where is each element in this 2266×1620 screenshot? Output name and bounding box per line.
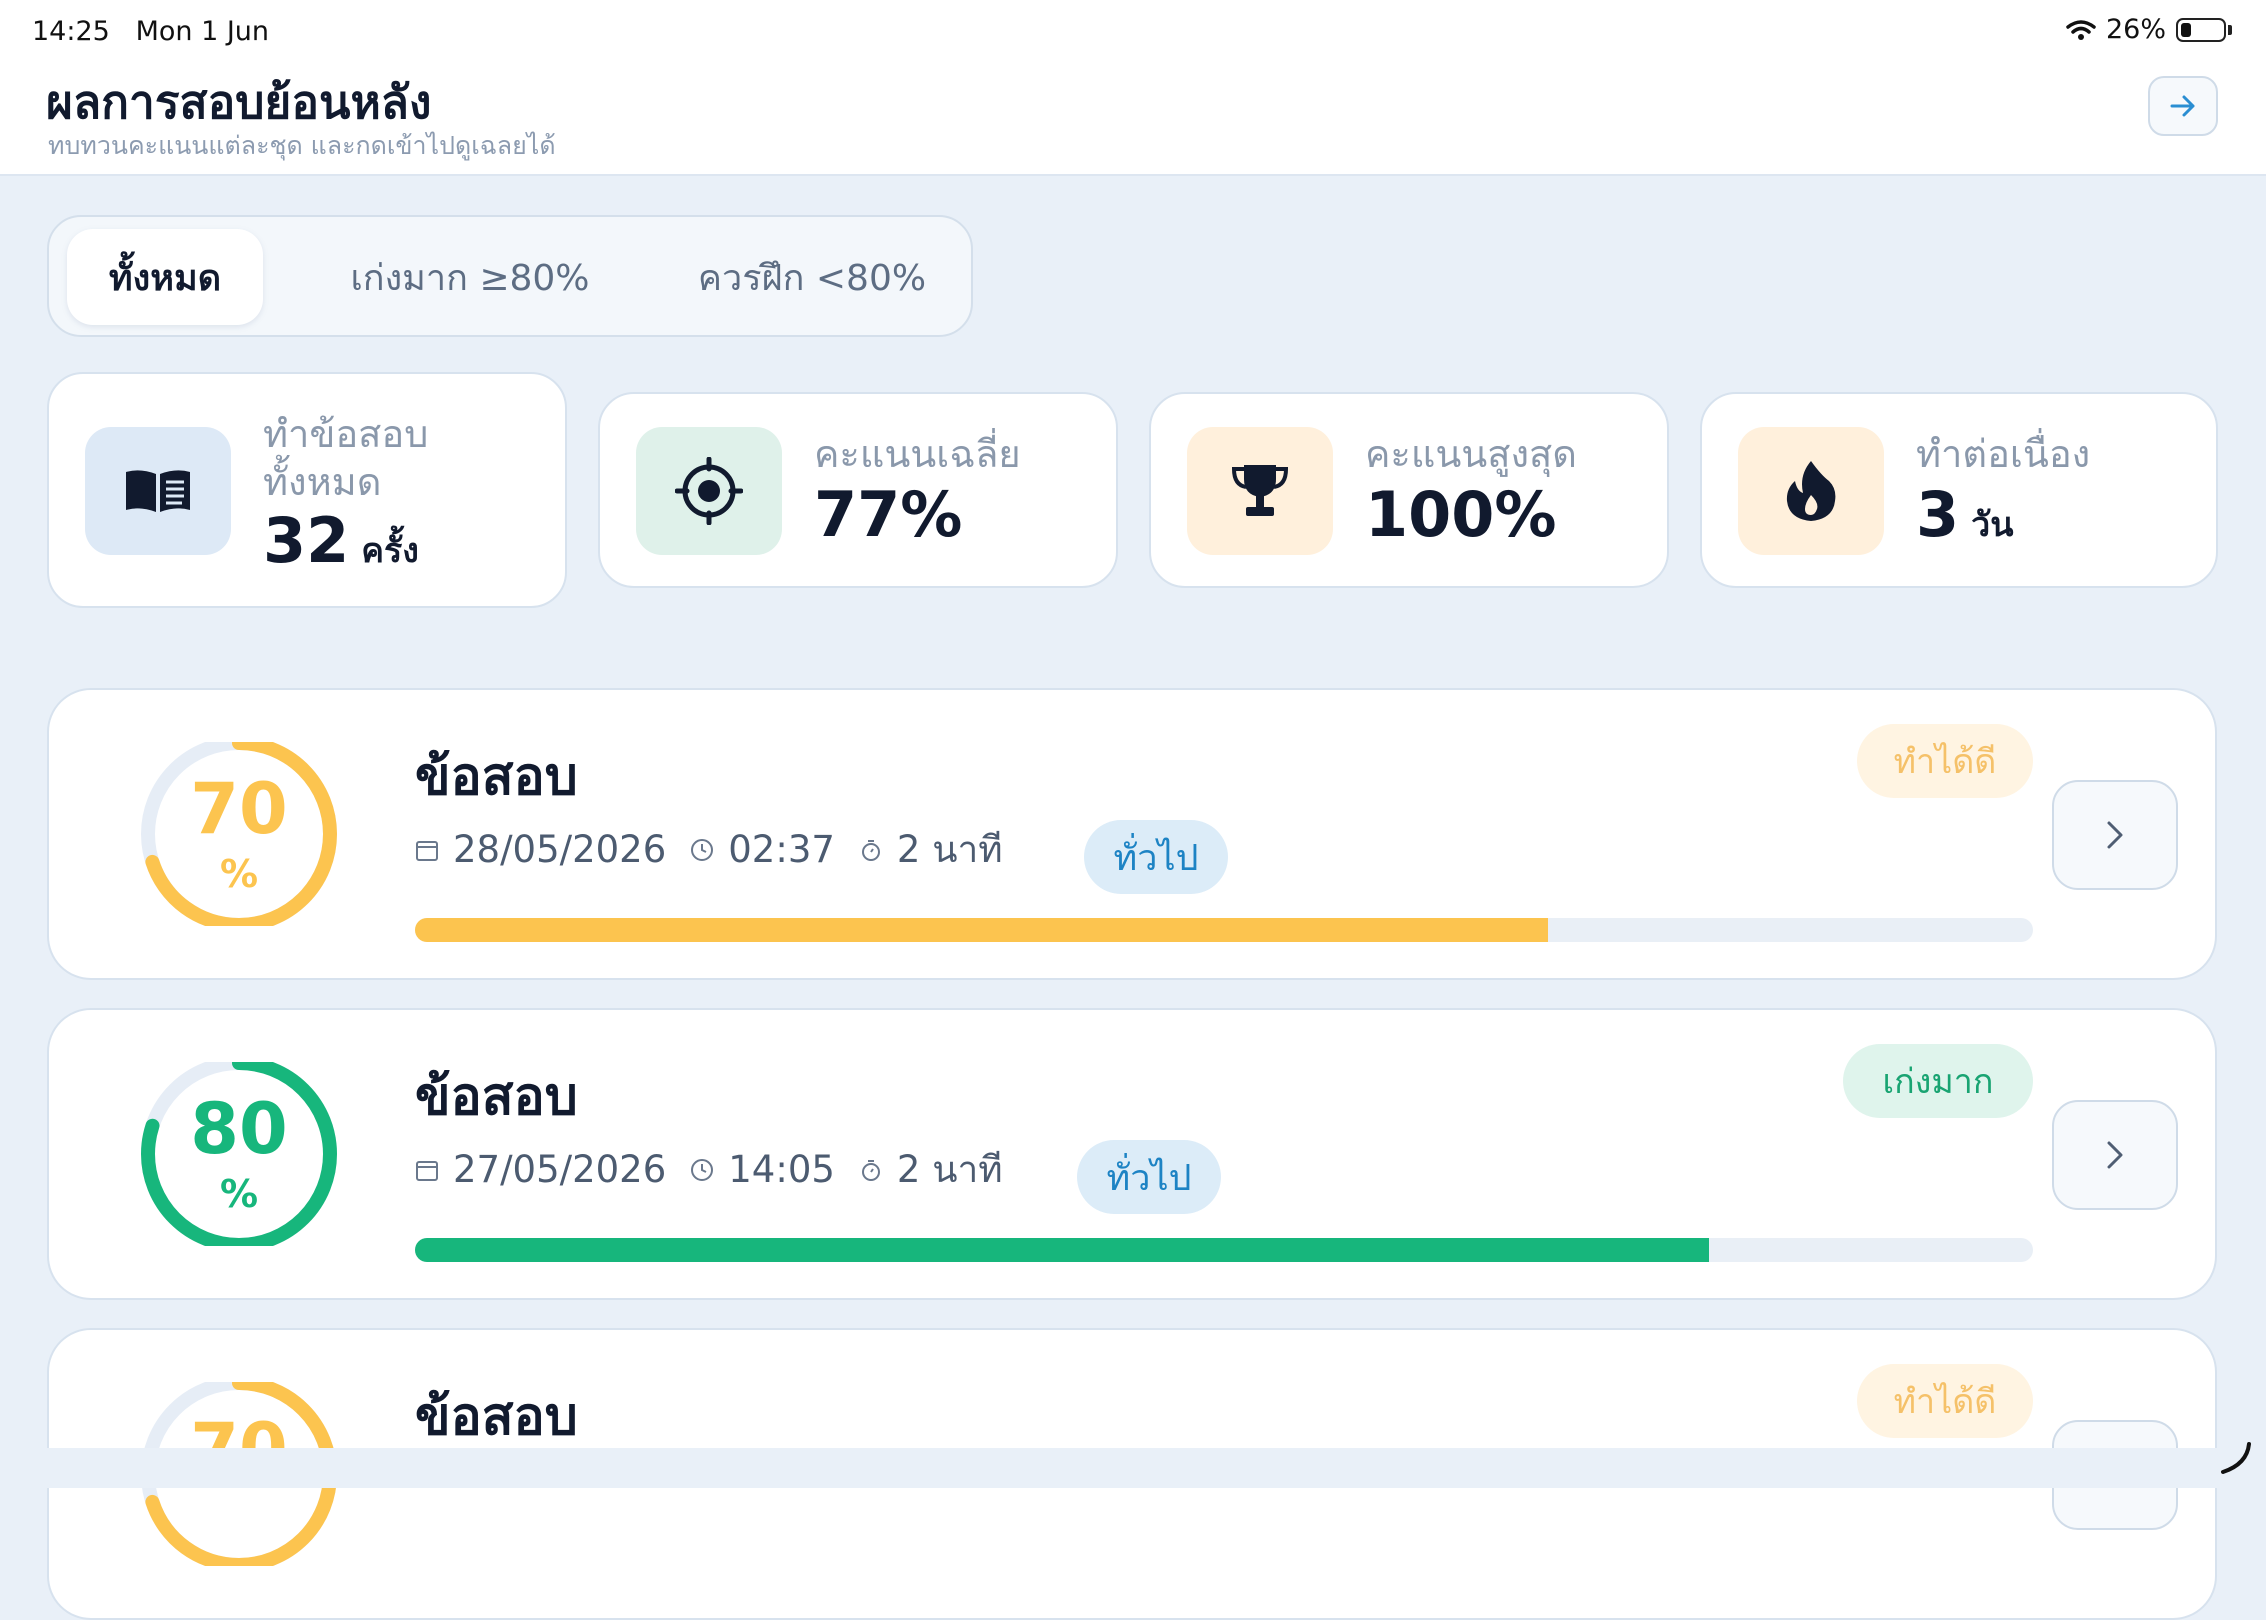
tab-needs-practice[interactable]: ควรฝึก <80% — [667, 229, 957, 325]
timer-icon — [859, 1158, 883, 1182]
stat-card-highest: คะแนนสูงสุด 100% — [1149, 392, 1669, 588]
timer-icon — [859, 838, 883, 862]
calendar-icon — [415, 1158, 439, 1182]
stat-value-total: 32 ครั้ง — [263, 504, 419, 577]
score-progress-fill — [415, 918, 1548, 942]
score-percent-sign: % — [219, 852, 259, 896]
stat-label-total: ทำข้อสอบ ทั้งหมด — [263, 412, 429, 504]
stat-card-total: ทำข้อสอบ ทั้งหมด 32 ครั้ง — [47, 372, 567, 608]
stat-icon-highest — [1187, 427, 1333, 555]
wifi-icon — [2066, 19, 2096, 40]
score-progress-fill — [415, 1238, 1710, 1262]
clock-icon — [690, 1158, 714, 1182]
status-bar: 14:25 Mon 1 Jun 26% — [0, 0, 2266, 60]
status-badge: ทำได้ดี — [1857, 724, 2033, 798]
stat-value-streak: 3 วัน — [1916, 478, 2014, 551]
exam-time: 02:37 — [728, 828, 835, 871]
header-forward-button[interactable] — [2148, 76, 2218, 136]
clock-icon — [690, 838, 714, 862]
page-header: ผลการสอบย้อนหลัง ทบทวนคะแนนแต่ละชุด และก… — [0, 60, 2266, 176]
status-badge: เก่งมาก — [1843, 1044, 2033, 1118]
score-percent-sign: % — [219, 1172, 259, 1216]
calendar-icon — [415, 838, 439, 862]
status-indicators: 26% — [2066, 14, 2232, 45]
flame-icon — [1786, 461, 1836, 521]
target-icon — [675, 457, 743, 525]
score-progress-bar — [415, 918, 2033, 942]
score-value: 70 — [190, 768, 288, 850]
open-exam-button[interactable] — [2052, 780, 2178, 890]
arrow-right-icon — [2170, 95, 2195, 117]
filter-tabs: ทั้งหมด เก่งมาก ≥80% ควรฝึก <80% — [47, 215, 973, 337]
book-icon — [126, 470, 190, 512]
stat-value-average: 77% — [814, 478, 963, 551]
status-badge: ทำได้ดี — [1857, 1364, 2033, 1438]
exam-title: ข้อสอบ — [415, 747, 578, 807]
open-exam-button[interactable] — [2052, 1100, 2178, 1210]
bottom-edge — [0, 1448, 2266, 1488]
tab-excellent[interactable]: เก่งมาก ≥80% — [285, 229, 655, 325]
exam-duration: 2 นาที — [896, 1148, 1003, 1191]
battery-percent: 26% — [2105, 14, 2166, 45]
score-progress-bar — [415, 1238, 2033, 1262]
stat-card-average: คะแนนเฉลี่ย 77% — [598, 392, 1118, 588]
trophy-icon — [1231, 465, 1289, 516]
score-value: 80 — [190, 1088, 288, 1170]
exam-title: ข้อสอบ — [415, 1387, 578, 1447]
stat-label-average: คะแนนเฉลี่ย — [814, 432, 1021, 476]
exam-time: 14:05 — [728, 1148, 835, 1191]
stat-icon-total — [85, 427, 231, 555]
exam-meta: 27/05/2026 14:05 2 นาที — [415, 1140, 1003, 1199]
chevron-right-icon — [2107, 821, 2123, 849]
stat-card-streak: ทำต่อเนื่อง 3 วัน — [1700, 392, 2218, 588]
exam-date: 28/05/2026 — [453, 828, 667, 871]
tab-all[interactable]: ทั้งหมด — [67, 229, 263, 325]
stat-icon-average — [636, 427, 782, 555]
scroll-indicator — [2215, 1440, 2255, 1484]
stat-label-streak: ทำต่อเนื่อง — [1916, 432, 2091, 476]
exam-meta: 28/05/2026 02:37 2 นาที — [415, 820, 1003, 879]
exam-title: ข้อสอบ — [415, 1067, 578, 1127]
stat-value-highest: 100% — [1365, 478, 1557, 551]
category-badge: ทั่วไป — [1077, 1140, 1221, 1214]
score-ring: 80 % — [134, 1056, 344, 1252]
category-badge: ทั่วไป — [1084, 820, 1228, 894]
stat-icon-streak — [1738, 427, 1884, 555]
stat-label-highest: คะแนนสูงสุด — [1365, 432, 1577, 476]
page-subtitle: ทบทวนคะแนนแต่ละชุด และกดเข้าไปดูเฉลยได้ — [48, 131, 556, 160]
exam-duration: 2 นาที — [896, 828, 1003, 871]
exam-card[interactable]: 70 % ข้อสอบ 28/05/2026 02:37 2 นาที ทั่ว… — [47, 688, 2217, 980]
chevron-right-icon — [2107, 1141, 2123, 1169]
status-time: 14:25 Mon 1 Jun — [32, 16, 270, 47]
exam-card[interactable]: 80 % ข้อสอบ 27/05/2026 14:05 2 นาที ทั่ว… — [47, 1008, 2217, 1300]
battery-icon — [2176, 17, 2226, 42]
exam-date: 27/05/2026 — [453, 1148, 667, 1191]
score-ring: 70 % — [134, 736, 344, 932]
